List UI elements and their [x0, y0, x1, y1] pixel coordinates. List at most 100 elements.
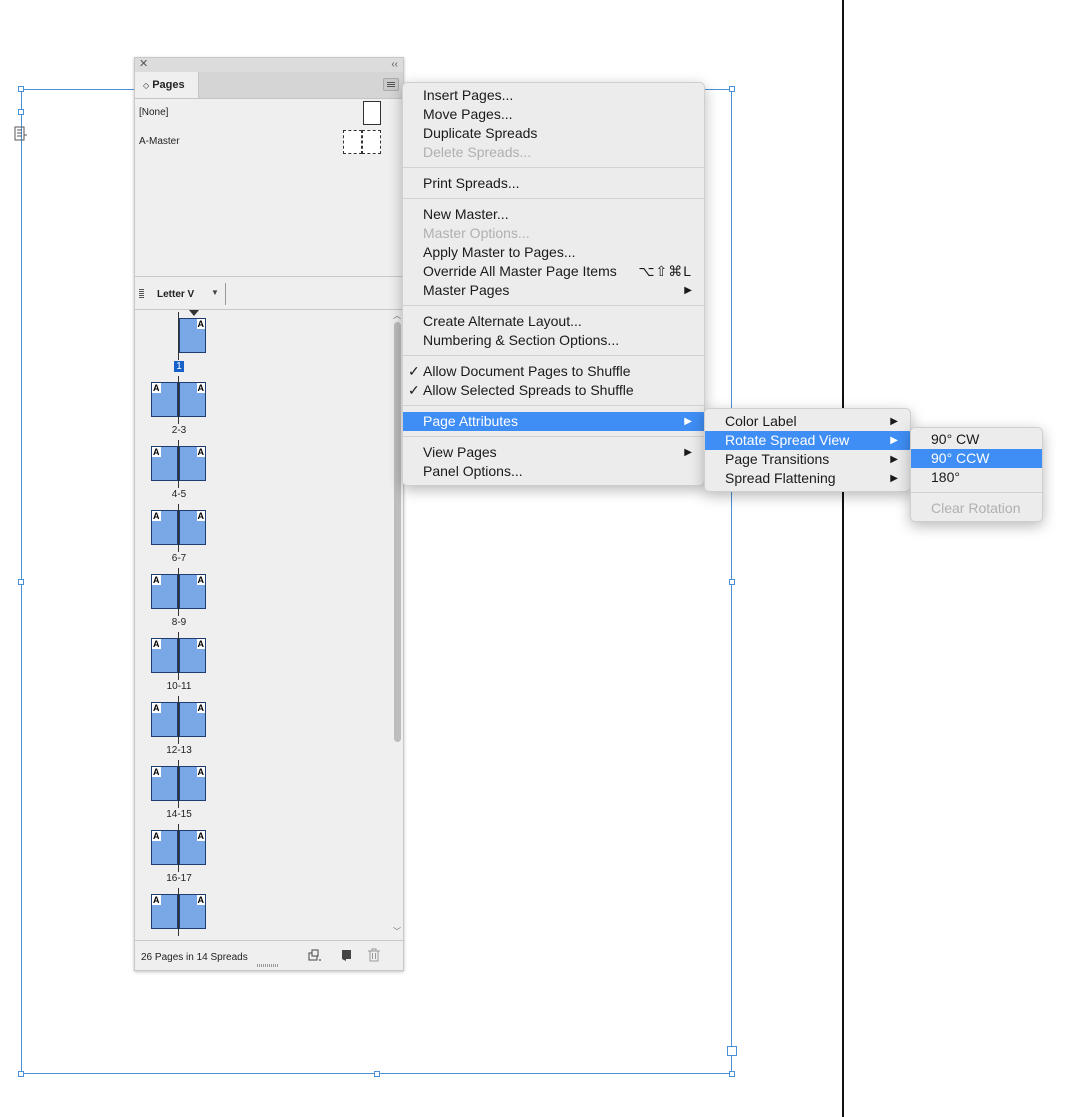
menu-item-panel-options[interactable]: Panel Options... — [403, 462, 704, 481]
menu-item-180[interactable]: 180° — [911, 468, 1042, 487]
chevron-down-icon[interactable]: ▼ — [211, 288, 219, 297]
spread-page-numbers[interactable]: 2-3 — [149, 425, 209, 436]
spread-thumbnail[interactable]: A A 12-13 — [149, 696, 211, 762]
spread-thumbnail[interactable]: A A 2-3 — [149, 376, 211, 442]
menu-item-label: Page Transitions — [725, 451, 830, 467]
new-page-icon[interactable] — [340, 948, 354, 962]
spread-thumbnail[interactable]: A A 8-9 — [149, 568, 211, 634]
spread-page-numbers[interactable]: 12-13 — [149, 745, 209, 756]
menu-item-label: View Pages — [423, 444, 497, 460]
menu-item-color-label[interactable]: Color Label ▶ — [705, 412, 910, 431]
delete-page-icon[interactable] — [367, 948, 381, 962]
resize-grip-icon[interactable] — [257, 964, 279, 967]
page-thumbnail[interactable]: A — [179, 894, 206, 929]
page-thumbnail[interactable]: A — [179, 766, 206, 801]
menu-item-rotate-spread-view[interactable]: Rotate Spread View ▶ — [705, 431, 910, 450]
master-prefix-label: A — [152, 383, 161, 393]
page-thumbnail[interactable]: A — [179, 446, 206, 481]
spread-thumbnail[interactable]: A A 10-11 — [149, 632, 211, 698]
menu-item-numbering-section-options[interactable]: Numbering & Section Options... — [403, 331, 704, 350]
master-item-none[interactable]: [None] — [135, 101, 403, 129]
page-thumbnail[interactable]: A — [151, 382, 178, 417]
frame-handle[interactable] — [18, 579, 24, 585]
menu-item-page-attributes[interactable]: Page Attributes ▶ — [403, 412, 704, 431]
page-thumbnail[interactable]: A — [179, 830, 206, 865]
master-prefix-label: A — [196, 895, 205, 905]
panel-menu-button[interactable] — [383, 78, 399, 91]
frame-handle[interactable] — [18, 86, 24, 92]
spreads-list[interactable]: A 1 A A 2-3 A A 4-5 A A 6-7 A A 8-9 A A 10-11 A A 12-13 A A 14… — [135, 310, 391, 940]
page-size-bar: Letter V ▼ — [135, 279, 403, 310]
panel-section-divider[interactable] — [135, 276, 403, 277]
menu-item-override-all-master-page-items[interactable]: Override All Master Page Items ⌥⇧⌘L — [403, 262, 704, 281]
spread-page-numbers[interactable]: 6-7 — [149, 553, 209, 564]
menu-item-apply-master-to-pages[interactable]: Apply Master to Pages... — [403, 243, 704, 262]
menu-item-spread-flattening[interactable]: Spread Flattening ▶ — [705, 469, 910, 488]
menu-separator — [403, 167, 704, 168]
menu-item-duplicate-spreads[interactable]: Duplicate Spreads — [403, 124, 704, 143]
spread-page-numbers[interactable]: 1 — [149, 361, 209, 372]
menu-item-90-ccw[interactable]: 90° CCW — [911, 449, 1042, 468]
page-thumbnail[interactable]: A — [179, 702, 206, 737]
master-prefix-label: A — [152, 703, 161, 713]
menu-item-create-alternate-layout[interactable]: Create Alternate Layout... — [403, 312, 704, 331]
master-item-a-master[interactable]: A-Master — [135, 130, 403, 158]
spread-thumbnail[interactable]: A A 4-5 — [149, 440, 211, 506]
collapse-panel-icon[interactable]: ‹‹ — [391, 58, 398, 71]
spread-page-numbers[interactable]: 10-11 — [149, 681, 209, 692]
frame-in-port[interactable] — [18, 109, 24, 115]
edit-page-size-icon[interactable] — [308, 948, 322, 962]
scroll-up-icon[interactable]: ︿ — [393, 310, 401, 321]
master-thumbnail[interactable] — [363, 101, 381, 125]
page-thumbnail[interactable]: A — [179, 638, 206, 673]
page-thumbnail[interactable]: A — [151, 702, 178, 737]
page-thumbnail[interactable]: A — [179, 574, 206, 609]
spread-page-numbers[interactable]: 16-17 — [149, 873, 209, 884]
page-thumbnail[interactable]: A — [179, 382, 206, 417]
frame-handle[interactable] — [729, 86, 735, 92]
frame-handle[interactable] — [729, 579, 735, 585]
spread-label-text: 1 — [174, 361, 184, 372]
menu-item-master-pages[interactable]: Master Pages ▶ — [403, 281, 704, 300]
frame-out-port[interactable] — [727, 1046, 737, 1056]
tab-pages[interactable]: ◇ Pages — [135, 72, 199, 98]
menu-item-print-spreads[interactable]: Print Spreads... — [403, 174, 704, 193]
scroll-down-icon[interactable]: ﹀ — [393, 926, 401, 937]
menu-item-page-transitions[interactable]: Page Transitions ▶ — [705, 450, 910, 469]
spread-page-numbers[interactable]: 8-9 — [149, 617, 209, 628]
frame-handle[interactable] — [374, 1071, 380, 1077]
master-label: [None] — [139, 107, 169, 118]
spread-thumbnail[interactable]: A A 14-15 — [149, 760, 211, 826]
page-size-label[interactable]: Letter V — [157, 289, 194, 300]
frame-handle[interactable] — [18, 1071, 24, 1077]
menu-item-view-pages[interactable]: View Pages ▶ — [403, 443, 704, 462]
spread-thumbnail[interactable]: A A 16-17 — [149, 824, 211, 890]
page-thumbnail[interactable]: A — [151, 766, 178, 801]
page-thumbnail[interactable]: A — [151, 894, 178, 929]
page-thumbnail[interactable]: A — [179, 510, 206, 545]
master-thumbnail[interactable] — [343, 130, 383, 154]
spread-thumbnail[interactable]: AA — [151, 888, 211, 940]
menu-item-allow-selected-spreads-to-shuffle[interactable]: ✓ Allow Selected Spreads to Shuffle — [403, 381, 704, 400]
menu-item-new-master[interactable]: New Master... — [403, 205, 704, 224]
menu-item-label: Create Alternate Layout... — [423, 313, 582, 329]
page-thumbnail[interactable]: A — [179, 318, 206, 353]
spread-thumbnail[interactable]: A1 — [149, 312, 211, 378]
page-thumbnail[interactable]: A — [151, 830, 178, 865]
menu-item-insert-pages[interactable]: Insert Pages... — [403, 86, 704, 105]
menu-item-allow-document-pages-to-shuffle[interactable]: ✓ Allow Document Pages to Shuffle — [403, 362, 704, 381]
menu-item-label: Rotate Spread View — [725, 432, 850, 448]
menu-item-move-pages[interactable]: Move Pages... — [403, 105, 704, 124]
page-thumbnail[interactable]: A — [151, 574, 178, 609]
frame-handle[interactable] — [729, 1071, 735, 1077]
spread-thumbnail[interactable]: A A 6-7 — [149, 504, 211, 570]
page-thumbnail[interactable]: A — [151, 638, 178, 673]
scrollbar-thumb[interactable] — [394, 322, 401, 742]
spread-page-numbers[interactable]: 4-5 — [149, 489, 209, 500]
menu-item-90-cw[interactable]: 90° CW — [911, 430, 1042, 449]
page-thumbnail[interactable]: A — [151, 446, 178, 481]
spread-page-numbers[interactable]: 14-15 — [149, 809, 209, 820]
close-icon[interactable]: ✕ — [139, 58, 148, 71]
page-thumbnail[interactable]: A — [151, 510, 178, 545]
menu-item-label: 90° CCW — [931, 450, 990, 466]
